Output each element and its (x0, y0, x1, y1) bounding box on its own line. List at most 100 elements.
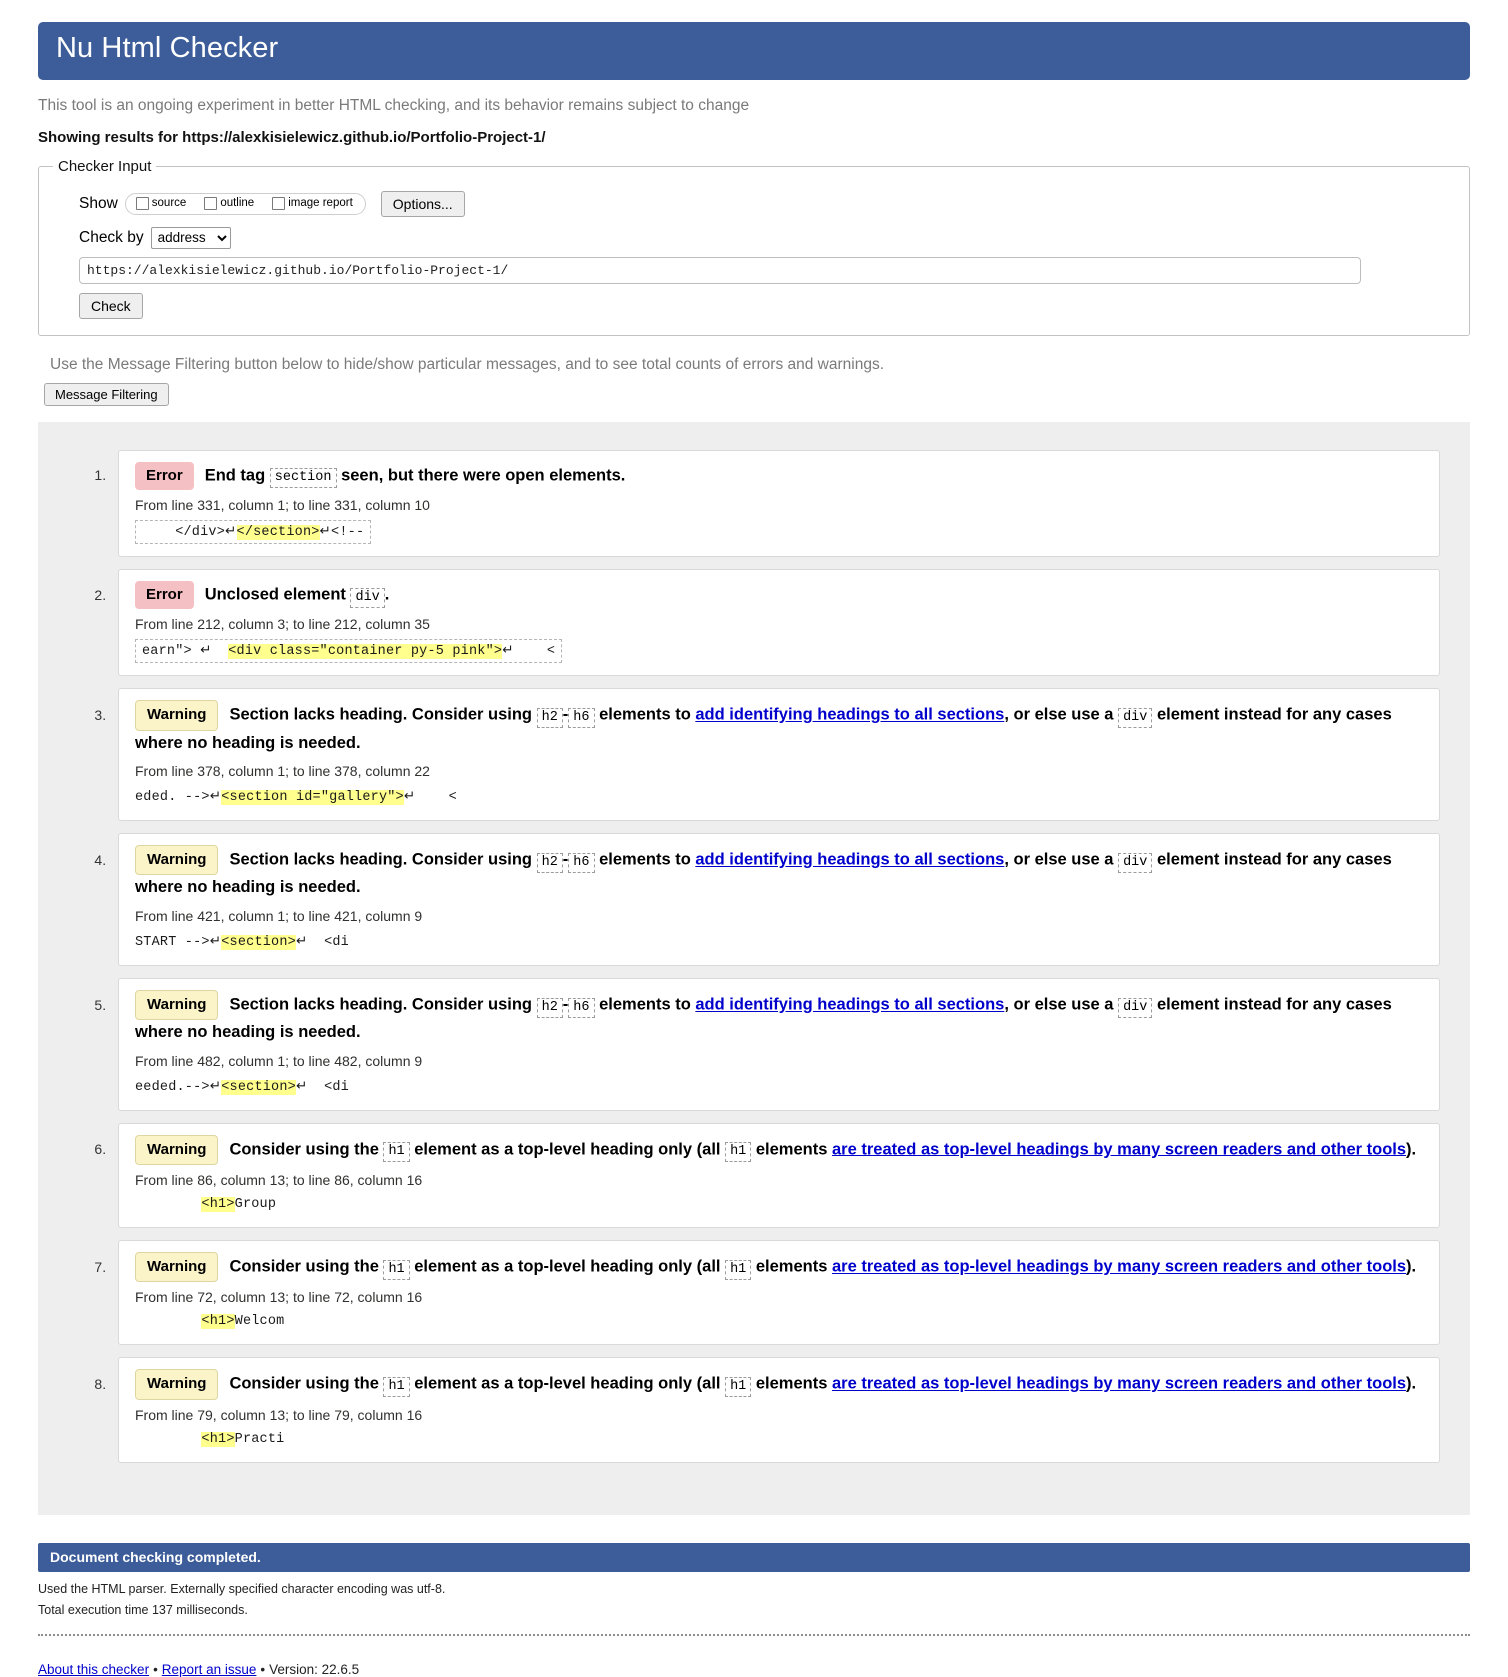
extract-before (135, 1197, 201, 1212)
message-help-link[interactable]: are treated as top-level headings by man… (832, 1140, 1406, 1158)
message-text: elements to (594, 705, 696, 724)
message-list-item: Warning Section lacks heading. Consider u… (110, 833, 1440, 967)
extract-before: </div>↵ (142, 525, 237, 541)
message-list-item: Warning Section lacks heading. Consider u… (110, 978, 1440, 1111)
message-text: ). (1406, 1257, 1417, 1276)
extract-highlight: <h1> (201, 1431, 235, 1447)
message-list-item: Error End tag section seen, but there wer… (110, 449, 1440, 558)
message-text: , or else use a (1004, 995, 1119, 1014)
stats-block: Used the HTML parser. Externally specifi… (38, 1579, 1470, 1623)
checkbox-box-icon[interactable] (135, 196, 149, 210)
error-badge: Error (135, 581, 194, 610)
checkbox-box-icon[interactable] (272, 196, 286, 210)
show-checkbox-group: source outline image report (124, 192, 366, 215)
message-card: Warning Section lacks heading. Consider u… (118, 978, 1440, 1111)
message-location: From line 378, column 1; to line 378, co… (135, 763, 430, 780)
error-badge: Error (135, 461, 194, 491)
message-card: Error End tag section seen, but there wer… (118, 449, 1440, 558)
showing-results-text: Showing results for https://alexkisielew… (38, 128, 546, 146)
warning-badge: Warning (135, 990, 219, 1021)
message-headline: Warning Consider using the h1 element as … (135, 1134, 1425, 1166)
extract-before: eded. -->↵ (135, 790, 222, 806)
checkbox-image-report-label: image report (288, 197, 353, 210)
check-button[interactable]: Check (79, 292, 143, 319)
message-text: ). (1406, 1374, 1417, 1393)
message-card: Warning Consider using the h1 element as … (118, 1357, 1440, 1463)
message-text: Unclosed element (204, 585, 351, 604)
extract-after: ↵ < (403, 790, 457, 806)
show-row: Show source outline image report Options… (79, 190, 1455, 217)
message-headline: Warning Section lacks heading. Consider u… (135, 700, 1425, 756)
inline-code-tag: div (1118, 997, 1153, 1018)
message-headline: Warning Section lacks heading. Consider u… (135, 990, 1425, 1046)
inline-code-tag: h1 (725, 1376, 752, 1397)
inline-code-tag: div (1118, 707, 1153, 728)
message-source-extract: eded. -->↵<section id="gallery">↵ < (135, 786, 463, 808)
options-button[interactable]: Options... (380, 190, 465, 217)
show-label: Show (79, 194, 118, 212)
extract-before: eeded.-->↵ (135, 1079, 222, 1095)
url-input[interactable] (79, 256, 1361, 284)
url-row (79, 256, 1455, 284)
extract-highlight: <section> (221, 1079, 296, 1095)
extract-before (135, 1314, 201, 1329)
message-text: element as a top-level heading only (all (409, 1257, 726, 1276)
message-headline: Warning Consider using the h1 element as … (135, 1252, 1425, 1283)
message-help-link[interactable]: add identifying headings to all sections (695, 851, 1004, 869)
checkbox-box-icon[interactable] (204, 196, 218, 210)
message-text: , or else use a (1004, 705, 1119, 724)
page-title: Nu Html Checker (56, 32, 279, 64)
message-headline: Warning Section lacks heading. Consider u… (135, 845, 1425, 901)
inline-code-tag: div (350, 587, 385, 608)
check-by-select[interactable]: address (150, 226, 231, 249)
extract-highlight: <h1> (201, 1314, 235, 1330)
extract-highlight: <div class="container py-5 pink"> (228, 644, 503, 660)
extract-before: START -->↵ (135, 935, 222, 951)
message-card: Warning Consider using the h1 element as … (118, 1122, 1440, 1229)
message-text: . (384, 585, 390, 604)
about-this-checker-link[interactable]: About this checker (38, 1662, 149, 1677)
message-help-link[interactable]: are treated as top-level headings by man… (832, 1258, 1406, 1276)
message-location: From line 72, column 13; to line 72, col… (135, 1289, 423, 1306)
message-source-extract: </div>↵</section>↵<!-- (135, 520, 372, 545)
message-card: Error Unclosed element div. From line 212,… (118, 569, 1440, 677)
message-text: elements (751, 1374, 832, 1393)
message-source-extract: <h1>Group (135, 1195, 282, 1215)
extract-after: Welcom (234, 1314, 285, 1330)
message-source-extract: earn"> ↵ <div class="container py-5 pink… (135, 639, 563, 664)
message-list-item: Warning Section lacks heading. Consider u… (110, 688, 1440, 822)
message-help-link[interactable]: are treated as top-level headings by man… (832, 1375, 1406, 1393)
inline-code-tag: h2 (536, 707, 563, 728)
check-by-row: Check by address (79, 226, 1455, 249)
warning-badge: Warning (135, 845, 219, 876)
inline-code-tag: h1 (383, 1259, 410, 1280)
version-text: Version: 22.6.5 (269, 1662, 360, 1677)
message-text: element as a top-level heading only (all (409, 1140, 726, 1159)
report-an-issue-link[interactable]: Report an issue (162, 1662, 257, 1677)
message-help-link[interactable]: add identifying headings to all sections (695, 706, 1004, 724)
extract-after: Group (234, 1197, 277, 1213)
extract-after: Practi (234, 1431, 285, 1447)
stats-time-line: Total execution time 137 milliseconds. (38, 1603, 248, 1618)
extract-before (135, 1432, 201, 1447)
message-help-link[interactable]: add identifying headings to all sections (695, 996, 1004, 1014)
message-source-extract: <h1>Welcom (135, 1312, 290, 1332)
message-text: , or else use a (1004, 850, 1119, 869)
checkbox-image-report[interactable]: image report (272, 196, 353, 210)
inline-code-tag: h6 (568, 997, 595, 1018)
message-list: Error End tag section seen, but there wer… (38, 449, 1470, 1463)
checkbox-source[interactable]: source (135, 196, 186, 210)
message-text: Consider using the (229, 1257, 384, 1276)
message-filtering-button[interactable]: Message Filtering (44, 382, 169, 406)
inline-code-tag: h6 (568, 707, 595, 728)
message-text: elements to (594, 850, 696, 869)
results-panel: Error End tag section seen, but there wer… (38, 421, 1470, 1515)
checkbox-outline[interactable]: outline (204, 196, 254, 210)
message-source-extract: <h1>Practi (135, 1430, 290, 1450)
message-text: elements to (594, 995, 696, 1014)
inline-code-tag: h1 (383, 1376, 410, 1397)
message-card: Warning Section lacks heading. Consider u… (118, 833, 1440, 967)
page-root: Nu Html Checker This tool is an ongoing … (0, 22, 1508, 1677)
message-source-extract: eeded.-->↵<section>↵ <di (135, 1076, 355, 1098)
warning-badge: Warning (135, 1252, 219, 1283)
